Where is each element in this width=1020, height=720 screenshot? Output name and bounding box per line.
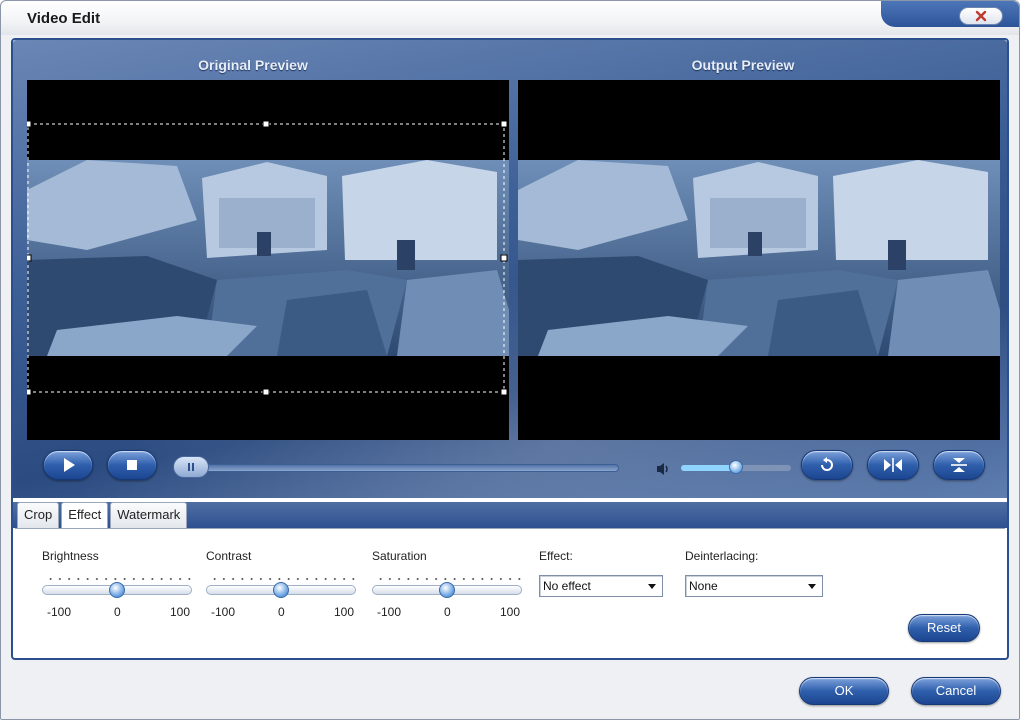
- crop-handle[interactable]: [27, 388, 32, 396]
- stop-button[interactable]: [107, 450, 157, 480]
- video-edit-window: Video Edit Original Preview Output Previ…: [0, 0, 1020, 720]
- title-bar: Video Edit: [1, 1, 1019, 35]
- playback-controls: [13, 450, 1007, 490]
- saturation-label: Saturation: [372, 549, 427, 563]
- saturation-mid: 0: [444, 605, 451, 619]
- effect-panel: Brightness -100 0 100 Contrast -100 0 10…: [15, 528, 1005, 658]
- seek-bar[interactable]: [173, 464, 619, 472]
- crop-handle[interactable]: [27, 254, 32, 262]
- brightness-mid: 0: [114, 605, 121, 619]
- flip-horizontal-icon: [884, 458, 902, 472]
- output-preview-label: Output Preview: [691, 57, 795, 73]
- cancel-button[interactable]: Cancel: [911, 677, 1001, 705]
- effect-value: No effect: [543, 579, 591, 593]
- output-video-frame: [518, 80, 1000, 440]
- effect-label: Effect:: [539, 549, 573, 563]
- reset-button[interactable]: Reset: [908, 614, 980, 642]
- deinterlacing-label: Deinterlacing:: [685, 549, 759, 563]
- brightness-min: -100: [47, 605, 72, 619]
- close-button[interactable]: [959, 7, 1003, 25]
- seek-handle[interactable]: [173, 456, 209, 478]
- saturation-max: 100: [500, 605, 521, 619]
- dropdown-arrow-icon: [808, 584, 816, 589]
- saturation-min: -100: [377, 605, 402, 619]
- contrast-handle[interactable]: [273, 582, 289, 598]
- flip-horizontal-button[interactable]: [867, 450, 919, 480]
- crop-handle[interactable]: [500, 254, 508, 262]
- brightness-max: 100: [170, 605, 191, 619]
- tab-watermark[interactable]: Watermark: [110, 502, 188, 528]
- tab-bar: Crop Effect Watermark: [17, 502, 189, 529]
- rotate-button[interactable]: [801, 450, 853, 480]
- play-button[interactable]: [43, 450, 93, 480]
- brightness-handle[interactable]: [109, 582, 125, 598]
- crop-handle[interactable]: [500, 120, 508, 128]
- saturation-ticks: [376, 577, 524, 581]
- contrast-min: -100: [211, 605, 236, 619]
- dropdown-arrow-icon: [648, 584, 656, 589]
- brightness-label: Brightness: [42, 549, 99, 563]
- contrast-ticks: [210, 577, 358, 581]
- pause-icon: [188, 463, 194, 471]
- saturation-handle[interactable]: [439, 582, 455, 598]
- crop-handle[interactable]: [500, 388, 508, 396]
- output-preview-pane: [518, 80, 1000, 440]
- contrast-label: Contrast: [206, 549, 252, 563]
- crop-handle[interactable]: [262, 388, 270, 396]
- brightness-ticks: [46, 577, 194, 581]
- stop-icon: [127, 460, 137, 470]
- window-title: Video Edit: [27, 10, 101, 27]
- preview-area: Original Preview Output Preview: [13, 40, 1007, 498]
- effect-dropdown[interactable]: No effect: [539, 575, 663, 597]
- deinterlacing-value: None: [689, 579, 718, 593]
- rotate-icon: [821, 457, 833, 471]
- ok-button[interactable]: OK: [799, 677, 889, 705]
- crop-handle[interactable]: [27, 120, 32, 128]
- volume-fill: [681, 465, 736, 471]
- original-preview-label: Original Preview: [198, 57, 308, 73]
- original-video-frame: [27, 80, 509, 440]
- contrast-mid: 0: [278, 605, 285, 619]
- volume-icon[interactable]: [655, 460, 673, 478]
- play-icon: [64, 458, 75, 472]
- tab-crop[interactable]: Crop: [17, 502, 60, 528]
- original-preview-pane[interactable]: [27, 80, 509, 440]
- tab-effect[interactable]: Effect: [61, 502, 109, 529]
- flip-vertical-button[interactable]: [933, 450, 985, 480]
- contrast-max: 100: [334, 605, 355, 619]
- main-frame: Original Preview Output Preview Crop Eff…: [11, 38, 1009, 660]
- crop-handle[interactable]: [262, 120, 270, 128]
- deinterlacing-dropdown[interactable]: None: [685, 575, 823, 597]
- close-icon: [975, 10, 987, 22]
- flip-vertical-icon: [951, 458, 967, 472]
- volume-handle[interactable]: [729, 460, 743, 474]
